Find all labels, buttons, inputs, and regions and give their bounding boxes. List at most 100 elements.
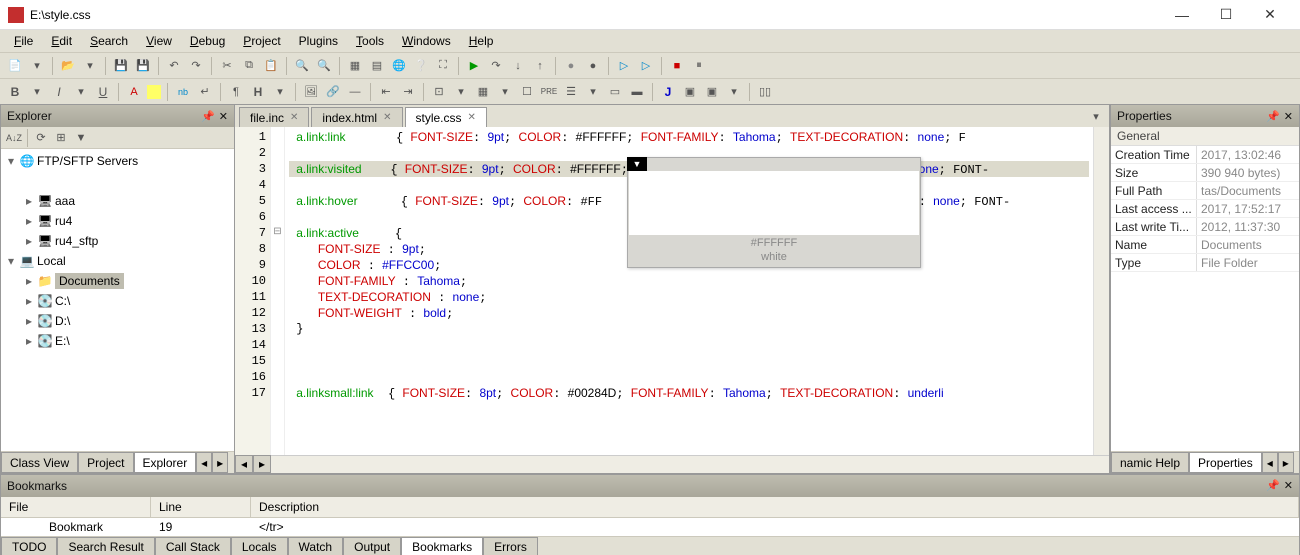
- tree-item[interactable]: ▾💻Local: [1, 251, 234, 271]
- link-icon[interactable]: 🔗: [324, 83, 342, 101]
- indent-left-icon[interactable]: ⇤: [377, 83, 395, 101]
- close-icon[interactable]: ✕: [1284, 110, 1293, 123]
- pre-icon[interactable]: PRE: [540, 83, 558, 101]
- property-row[interactable]: Last write Ti...2012, 11:37:30: [1111, 218, 1299, 236]
- tree-item[interactable]: ▸🖥aaa: [1, 191, 234, 211]
- save-all-icon[interactable]: 💾: [134, 57, 152, 75]
- nav-icon[interactable]: ▸: [1278, 452, 1294, 473]
- code-area[interactable]: 1234567891011121314151617 ⊟ a.link:link …: [235, 127, 1109, 455]
- copy-icon[interactable]: ⧉: [240, 57, 258, 75]
- tree-item[interactable]: [1, 171, 234, 191]
- font-color-icon[interactable]: A: [125, 83, 143, 101]
- refresh-icon[interactable]: ⟳: [32, 129, 50, 147]
- dropdown-icon[interactable]: ▾: [496, 83, 514, 101]
- open-folder-icon[interactable]: 📂: [59, 57, 77, 75]
- record-icon[interactable]: ●: [562, 57, 580, 75]
- property-row[interactable]: Creation Time2017, 13:02:46: [1111, 146, 1299, 164]
- nav-right-icon[interactable]: ▸: [253, 455, 271, 473]
- explorer-tab-class-view[interactable]: Class View: [1, 452, 78, 473]
- comment-icon[interactable]: ⊡: [430, 83, 448, 101]
- step-into-icon[interactable]: ↓: [509, 57, 527, 75]
- pin-icon[interactable]: 📌: [201, 110, 215, 123]
- bottom-tab-search-result[interactable]: Search Result: [57, 537, 154, 555]
- menu-windows[interactable]: Windows: [394, 32, 459, 50]
- vertical-scrollbar[interactable]: [1093, 127, 1109, 455]
- col-file[interactable]: File: [1, 497, 151, 518]
- close-icon[interactable]: ✕: [219, 110, 228, 123]
- find-icon[interactable]: 🔍: [293, 57, 311, 75]
- nav-icon[interactable]: ◂: [196, 452, 212, 473]
- minimize-button[interactable]: —: [1160, 1, 1204, 29]
- filter-icon[interactable]: ▼: [72, 129, 90, 147]
- browser-icon[interactable]: 🌐: [390, 57, 408, 75]
- menu-tools[interactable]: Tools: [348, 32, 392, 50]
- explorer-tab-explorer[interactable]: Explorer: [134, 452, 197, 473]
- code-line[interactable]: }: [289, 321, 1089, 337]
- dropdown-icon[interactable]: ▾: [452, 83, 470, 101]
- tree-item[interactable]: ▸💽E:\: [1, 331, 234, 351]
- tree-item[interactable]: ▸🖥ru4: [1, 211, 234, 231]
- menu-project[interactable]: Project: [235, 32, 288, 50]
- bottom-tab-locals[interactable]: Locals: [231, 537, 288, 555]
- cut-icon[interactable]: ✂: [218, 57, 236, 75]
- table-icon[interactable]: ▦: [474, 83, 492, 101]
- dropdown-icon[interactable]: ▾: [72, 83, 90, 101]
- script-icon[interactable]: J: [659, 83, 677, 101]
- tree-item[interactable]: ▸🖥ru4_sftp: [1, 231, 234, 251]
- dropdown-icon[interactable]: ▼: [627, 157, 647, 171]
- close-icon[interactable]: ✕: [1284, 479, 1293, 492]
- pin-icon[interactable]: 📌: [1266, 110, 1280, 123]
- sort-alpha-icon[interactable]: A↓Z: [5, 129, 23, 147]
- dropdown-icon[interactable]: ▾: [28, 57, 46, 75]
- close-tab-icon[interactable]: ✕: [468, 112, 476, 123]
- code-line[interactable]: FONT-WEIGHT : bold;: [289, 305, 1089, 321]
- fold-gutter[interactable]: ⊟: [271, 127, 285, 455]
- col-line[interactable]: Line: [151, 497, 251, 518]
- properties-tab[interactable]: Properties: [1189, 452, 1262, 473]
- menu-file[interactable]: File: [6, 32, 41, 50]
- pin-icon[interactable]: 📌: [1266, 479, 1280, 492]
- menu-edit[interactable]: Edit: [43, 32, 80, 50]
- php-icon[interactable]: ▣: [703, 83, 721, 101]
- editor-tab[interactable]: index.html✕: [311, 107, 402, 127]
- help-icon[interactable]: ❔: [412, 57, 430, 75]
- br-icon[interactable]: ↵: [196, 83, 214, 101]
- bookmarks-body[interactable]: Bookmark19</tr>: [1, 518, 1299, 536]
- menu-search[interactable]: Search: [82, 32, 136, 50]
- property-row[interactable]: TypeFile Folder: [1111, 254, 1299, 272]
- play-icon[interactable]: ▷: [637, 57, 655, 75]
- record-stop-icon[interactable]: ●: [584, 57, 602, 75]
- tree-item[interactable]: ▸💽C:\: [1, 291, 234, 311]
- paragraph-icon[interactable]: ¶: [227, 83, 245, 101]
- tree-item[interactable]: ▸📁Documents: [1, 271, 234, 291]
- bottom-tab-call-stack[interactable]: Call Stack: [155, 537, 231, 555]
- step-over-icon[interactable]: ↷: [487, 57, 505, 75]
- menu-help[interactable]: Help: [461, 32, 502, 50]
- code-line[interactable]: a.link:link { FONT-SIZE: 9pt; COLOR: #FF…: [289, 129, 1089, 145]
- property-row[interactable]: Full Pathtas/Documents: [1111, 182, 1299, 200]
- frames-icon[interactable]: ▯▯: [756, 83, 774, 101]
- panel-icon[interactable]: ▤: [368, 57, 386, 75]
- pause-icon[interactable]: ⏸: [690, 57, 708, 75]
- toggle-icon[interactable]: ▦: [346, 57, 364, 75]
- code-line[interactable]: FONT-FAMILY : Tahoma;: [289, 273, 1089, 289]
- dropdown-icon[interactable]: ▾: [28, 83, 46, 101]
- close-tab-icon[interactable]: ✕: [290, 112, 298, 123]
- bottom-tab-errors[interactable]: Errors: [483, 537, 538, 555]
- underline-icon[interactable]: U: [94, 83, 112, 101]
- bottom-tab-watch[interactable]: Watch: [288, 537, 344, 555]
- nav-left-icon[interactable]: ◂: [235, 455, 253, 473]
- close-tab-icon[interactable]: ✕: [383, 112, 391, 123]
- heading-icon[interactable]: H: [249, 83, 267, 101]
- properties-tab[interactable]: namic Help: [1111, 452, 1189, 473]
- property-row[interactable]: NameDocuments: [1111, 236, 1299, 254]
- bold-icon[interactable]: B: [6, 83, 24, 101]
- horizontal-scrollbar[interactable]: [271, 455, 1109, 473]
- color-tooltip[interactable]: ▼ #FFFFFF white: [627, 157, 921, 268]
- code-line[interactable]: [289, 353, 1089, 369]
- list-icon[interactable]: ☰: [562, 83, 580, 101]
- span-icon[interactable]: ▬: [628, 83, 646, 101]
- property-row[interactable]: Last access ...2017, 17:52:17: [1111, 200, 1299, 218]
- play-icon[interactable]: ▷: [615, 57, 633, 75]
- find-replace-icon[interactable]: 🔍: [315, 57, 333, 75]
